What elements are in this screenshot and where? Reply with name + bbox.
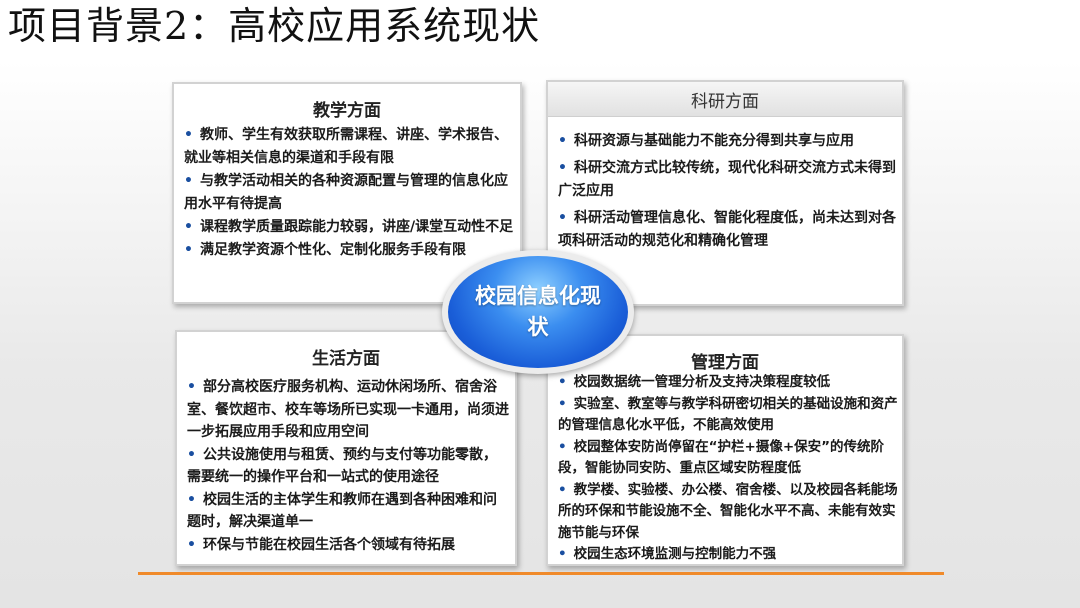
list-item: 科研资源与基础能力不能充分得到共享与应用 bbox=[558, 130, 896, 153]
list-item: 公共设施使用与租赁、预约与支付等功能零散，需要统一的操作平台和一站式的使用途径 bbox=[187, 444, 509, 489]
list-item: 科研活动管理信息化、智能化程度低，尚未达到对各项科研活动的规范化和精确化管理 bbox=[558, 207, 896, 253]
bullet-icon bbox=[184, 219, 200, 235]
list-item: 实验室、教室等与教学科研密切相关的基础设施和资产的管理信息化水平低，不能高效使用 bbox=[558, 394, 898, 437]
list-item: 与教学活动相关的各种资源配置与管理的信息化应用水平有待提高 bbox=[184, 170, 514, 216]
list-item: 校园整体安防尚停留在“护栏+摄像+保安”的传统阶段，智能协同安防、重点区域安防程… bbox=[558, 437, 898, 480]
research-items-list: 科研资源与基础能力不能充分得到共享与应用 科研交流方式比较传统，现代化科研交流方… bbox=[558, 130, 896, 257]
bullet-icon bbox=[184, 242, 200, 258]
list-item: 校园生活的主体学生和教师在遇到各种困难和问题时，解决渠道单一 bbox=[187, 489, 509, 534]
life-items-list: 部分高校医疗服务机构、运动休闲场所、宿舍浴室、餐饮超市、校车等场所已实现一卡通用… bbox=[187, 376, 509, 556]
list-item: 科研交流方式比较传统，现代化科研交流方式未得到广泛应用 bbox=[558, 157, 896, 203]
bullet-icon bbox=[558, 439, 574, 455]
bullet-icon bbox=[184, 127, 200, 143]
bullet-icon bbox=[558, 210, 574, 226]
bullet-icon bbox=[187, 537, 203, 553]
bullet-icon bbox=[558, 160, 574, 176]
bullet-icon bbox=[187, 379, 203, 395]
life-panel: 生活方面 部分高校医疗服务机构、运动休闲场所、宿舍浴室、餐饮超市、校车等场所已实… bbox=[175, 330, 517, 566]
bullet-icon bbox=[558, 374, 574, 390]
bullet-icon bbox=[558, 133, 574, 149]
footer-divider bbox=[138, 572, 944, 575]
list-item: 部分高校医疗服务机构、运动休闲场所、宿舍浴室、餐饮超市、校车等场所已实现一卡通用… bbox=[187, 376, 509, 444]
bullet-icon bbox=[558, 396, 574, 412]
research-panel-title: 科研方面 bbox=[691, 92, 759, 112]
bullet-icon bbox=[558, 546, 574, 562]
teaching-items-list: 教师、学生有效获取所需课程、讲座、学术报告、就业等相关信息的渠道和手段有限 与教… bbox=[184, 124, 514, 262]
bullet-icon bbox=[187, 447, 203, 463]
list-item: 校园生态环境监测与控制能力不强 bbox=[558, 544, 898, 566]
center-oval: 校园信息化现状 bbox=[448, 256, 628, 368]
list-item: 校园数据统一管理分析及支持决策程度较低 bbox=[558, 372, 898, 394]
management-items-list: 校园数据统一管理分析及支持决策程度较低 实验室、教室等与教学科研密切相关的基础设… bbox=[558, 372, 898, 566]
list-item: 教师、学生有效获取所需课程、讲座、学术报告、就业等相关信息的渠道和手段有限 bbox=[184, 124, 514, 170]
bullet-icon bbox=[184, 173, 200, 189]
list-item: 课程教学质量跟踪能力较弱，讲座/课堂互动性不足 bbox=[184, 216, 514, 239]
center-label: 校园信息化现状 bbox=[475, 284, 601, 339]
list-item: 教学楼、实验楼、办公楼、宿舍楼、以及校园各耗能场所的环保和节能设施不全、智能化水… bbox=[558, 480, 898, 545]
bullet-icon bbox=[187, 492, 203, 508]
bullet-icon bbox=[558, 482, 574, 498]
list-item: 满足教学资源个性化、定制化服务手段有限 bbox=[184, 239, 514, 262]
teaching-panel-title: 教学方面 bbox=[313, 101, 381, 121]
slide-title: 项目背景2：高校应用系统现状 bbox=[8, 4, 541, 48]
list-item: 环保与节能在校园生活各个领域有待拓展 bbox=[187, 534, 509, 557]
management-panel: 管理方面 校园数据统一管理分析及支持决策程度较低 实验室、教室等与教学科研密切相… bbox=[546, 334, 904, 566]
